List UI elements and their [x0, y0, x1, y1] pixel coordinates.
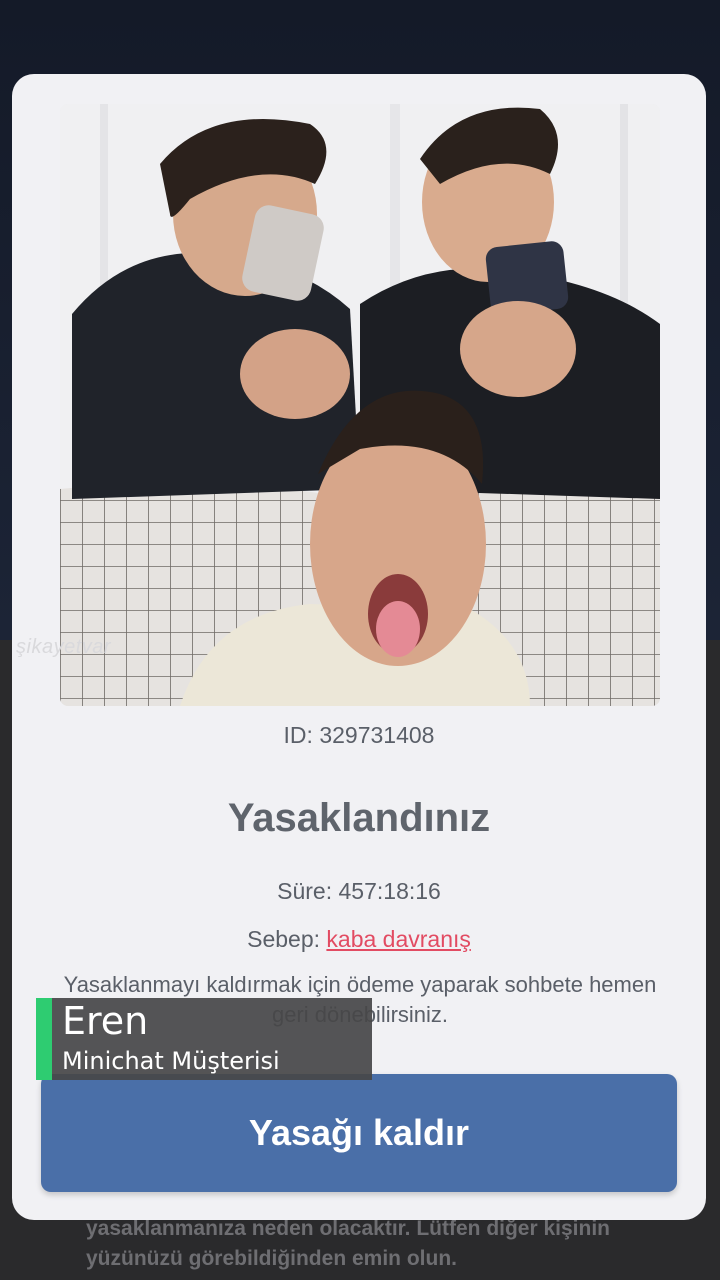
- speaker-name: Eren: [62, 999, 149, 1043]
- unban-button[interactable]: Yasağı kaldır: [41, 1074, 677, 1192]
- watermark: şikayetvar: [16, 636, 112, 658]
- duration-label: Süre:: [277, 878, 333, 904]
- reason-label: Sebep:: [247, 926, 321, 952]
- user-id: ID: 329731408: [283, 722, 435, 748]
- reason-link[interactable]: kaba davranış: [326, 926, 470, 952]
- user-snapshot-photo: [60, 104, 660, 706]
- lower-third-accent: [36, 998, 52, 1080]
- lower-third-caption: Eren Minichat Müşterisi: [36, 998, 372, 1080]
- background-caption: yasaklanmanıza neden olacaktır. Lütfen d…: [86, 1217, 611, 1270]
- ban-title: Yasaklandınız: [227, 796, 491, 840]
- speaker-role: Minichat Müşterisi: [62, 1047, 280, 1075]
- ban-reason: Sebep: kaba davranış: [12, 926, 706, 953]
- ban-duration: Süre: 457:18:16: [12, 878, 706, 905]
- duration-value: 457:18:16: [338, 878, 441, 904]
